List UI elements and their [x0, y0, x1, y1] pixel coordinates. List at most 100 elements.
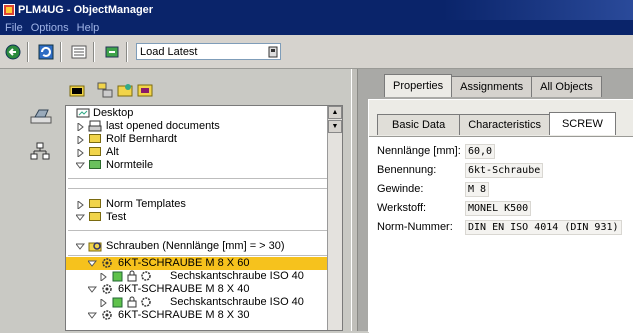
- app-icon: [3, 4, 15, 16]
- menu-bar: File Options Help: [0, 20, 633, 35]
- field-value[interactable]: 60,0: [465, 143, 496, 159]
- toolbar-separator: [60, 41, 62, 62]
- load-button[interactable]: [102, 42, 122, 62]
- tree-label: Norm Templates: [106, 198, 186, 210]
- folder-open-icon: [137, 84, 153, 97]
- tree-row-desktop[interactable]: Desktop: [66, 107, 328, 120]
- load-mode-select[interactable]: Load Latest: [136, 43, 281, 60]
- load-icon: [105, 46, 119, 57]
- tree-separator: [68, 255, 328, 256]
- expand-right-icon: [77, 149, 84, 157]
- expand-right-icon: [100, 273, 107, 281]
- tab-assignments[interactable]: Assignments: [451, 76, 533, 97]
- folder-icon: [89, 134, 101, 143]
- folder-icon: [89, 212, 101, 221]
- tree-row-norm-templates[interactable]: Norm Templates: [66, 198, 328, 211]
- menu-options[interactable]: Options: [31, 22, 69, 34]
- back-button[interactable]: [3, 42, 23, 62]
- menu-help[interactable]: Help: [77, 22, 100, 34]
- query-folder-icon: [88, 242, 102, 252]
- gear-icon: [102, 310, 112, 320]
- tree-label: Alt: [106, 146, 119, 158]
- folder-icon: [69, 85, 85, 97]
- side-icons: [30, 107, 58, 163]
- network-icon[interactable]: [30, 142, 58, 163]
- menu-file[interactable]: File: [5, 22, 23, 34]
- tree-row-test[interactable]: Test: [66, 211, 328, 224]
- shelf-icon[interactable]: [30, 107, 58, 128]
- folder-open-button[interactable]: [136, 81, 154, 99]
- main-tabs: Properties Assignments All Objects: [384, 74, 602, 98]
- field-value[interactable]: M 8: [465, 181, 490, 197]
- load-mode-value: Load Latest: [140, 45, 198, 58]
- tree-row-6kt-m8x40[interactable]: 6KT-SCHRAUBE M 8 X 40: [66, 283, 328, 296]
- tab-all-objects[interactable]: All Objects: [531, 76, 602, 97]
- tree-row-6kt-m8x30[interactable]: 6KT-SCHRAUBE M 8 X 30: [66, 309, 328, 322]
- properties-panel: Basic Data Characteristics SCREW Nennlän…: [368, 99, 633, 333]
- dropdown-icon[interactable]: [266, 44, 280, 59]
- tree-row-schrauben[interactable]: Schrauben (Nennlänge [mm] = > 30): [66, 240, 328, 253]
- tree-row-6kt-m8x60[interactable]: 6KT-SCHRAUBE M 8 X 60: [66, 257, 328, 270]
- folder-up-button[interactable]: [68, 81, 86, 99]
- tab-screw[interactable]: SCREW: [548, 112, 616, 135]
- tab-basic-data[interactable]: Basic Data: [377, 114, 461, 135]
- scroll-down-button[interactable]: ▼: [328, 120, 342, 133]
- tree-label: Schrauben (Nennlänge [mm] = > 30): [106, 240, 285, 252]
- folder-new-button[interactable]: [116, 81, 134, 99]
- folder-icon: [89, 199, 101, 208]
- expand-right-icon: [77, 123, 84, 131]
- toolbar: Load Latest: [0, 35, 633, 69]
- field-norm-nummer: Norm-Nummer: DIN EN ISO 4014 (DIN 931): [377, 219, 633, 235]
- field-label: Gewinde:: [377, 183, 424, 195]
- object-tree[interactable]: Desktop last opened documents Rolf Bernh…: [65, 105, 343, 331]
- tree-label: 6KT-SCHRAUBE M 8 X 30: [118, 309, 250, 321]
- list-icon: [71, 45, 87, 58]
- tree-label: Sechskantschraube ISO 40: [170, 270, 304, 282]
- gear-icon: [102, 284, 112, 294]
- scroll-up-button[interactable]: ▲: [328, 106, 342, 119]
- tree-label: 6KT-SCHRAUBE M 8 X 60: [118, 257, 250, 269]
- gear-icon: [141, 297, 151, 307]
- refresh-button[interactable]: [36, 42, 56, 62]
- tree-label: Normteile: [106, 159, 154, 171]
- tree-toolbar: [68, 81, 154, 99]
- window-title: PLM4UG - ObjectManager: [18, 4, 154, 16]
- tree-scrollbar[interactable]: ▲ ▼: [327, 106, 342, 330]
- tree-label: last opened documents: [106, 120, 220, 132]
- refresh-icon: [38, 44, 54, 59]
- folder-tree-button[interactable]: [96, 81, 114, 99]
- left-pane: Desktop last opened documents Rolf Bernh…: [0, 69, 351, 331]
- field-werkstoff: Werkstoff: MONEL K500: [377, 200, 633, 216]
- field-label: Werkstoff:: [377, 202, 427, 214]
- title-bar: PLM4UG - ObjectManager: [0, 0, 633, 20]
- field-value[interactable]: 6kt-Schraube: [465, 162, 544, 178]
- field-value[interactable]: DIN EN ISO 4014 (DIN 931): [465, 219, 622, 235]
- tree-row-iso-1[interactable]: Sechskantschraube ISO 40: [66, 270, 328, 283]
- field-value[interactable]: MONEL K500: [465, 200, 532, 216]
- tree-label: Desktop: [93, 107, 134, 119]
- tab-properties[interactable]: Properties: [384, 74, 453, 97]
- folder-tree-icon: [97, 82, 113, 98]
- right-pane: Properties Assignments All Objects Basic…: [358, 69, 633, 333]
- tree-row-iso-2[interactable]: Sechskantschraube ISO 40: [66, 296, 328, 309]
- field-gewinde: Gewinde: M 8: [377, 181, 633, 197]
- tree-separator: [68, 178, 328, 179]
- tree-row-rolf[interactable]: Rolf Bernhardt: [66, 133, 328, 146]
- tab-characteristics[interactable]: Characteristics: [459, 114, 550, 135]
- tree-separator: [68, 188, 328, 189]
- expand-down-icon: [76, 243, 85, 250]
- tree-row-normteile[interactable]: Normteile: [66, 159, 328, 172]
- toolbar-separator: [126, 41, 128, 62]
- gear-icon: [141, 271, 151, 281]
- field-benennung: Benennung: 6kt-Schraube: [377, 162, 633, 178]
- tree-row-alt[interactable]: Alt: [66, 146, 328, 159]
- tree-row-last-opened[interactable]: last opened documents: [66, 120, 328, 133]
- toolbar-separator: [93, 41, 95, 62]
- field-label: Nennlänge [mm]:: [377, 145, 461, 157]
- pane-splitter[interactable]: [351, 69, 358, 331]
- list-view-button[interactable]: [69, 42, 89, 62]
- tree-label: Test: [106, 211, 127, 223]
- folder-icon: [89, 147, 101, 156]
- printer-icon: [88, 120, 102, 132]
- lock-icon: [127, 270, 137, 282]
